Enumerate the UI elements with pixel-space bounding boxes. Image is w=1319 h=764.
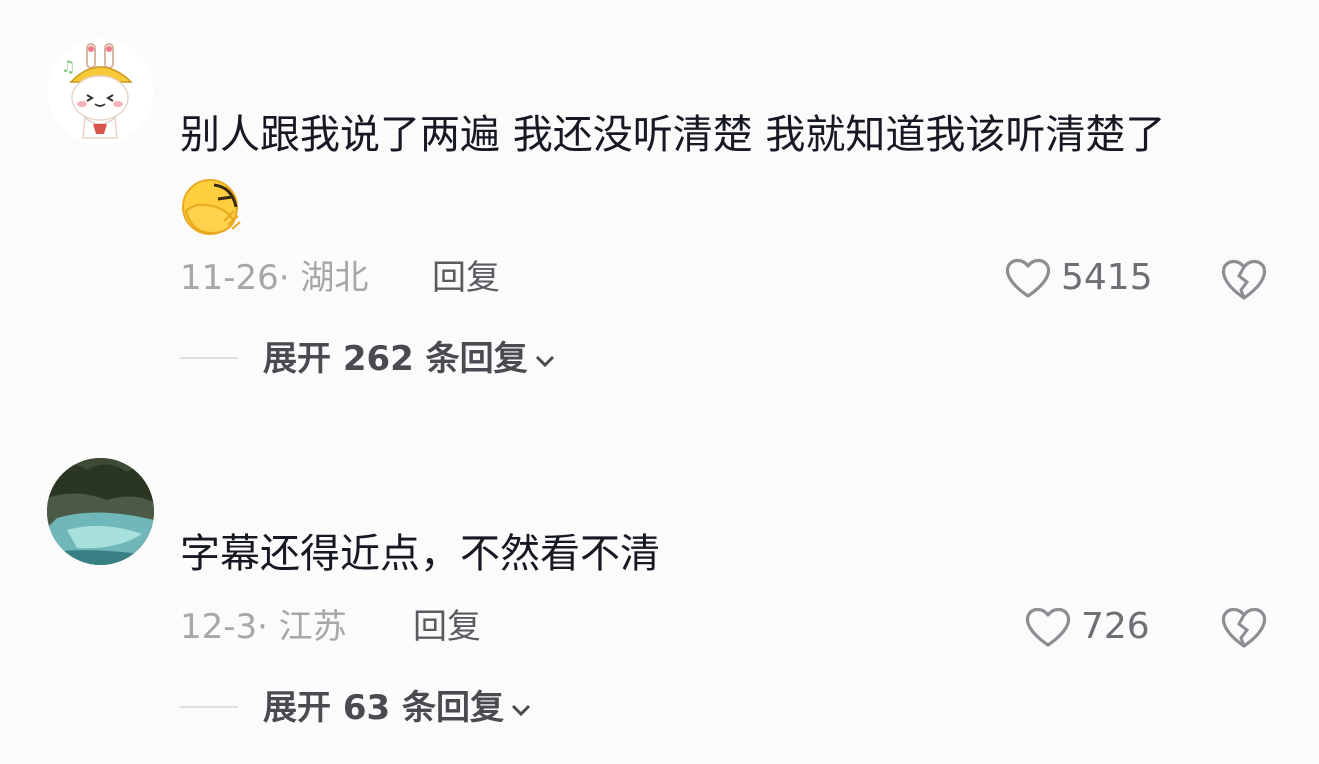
chevron-down-icon [511, 704, 531, 716]
chevron-down-icon [535, 355, 554, 367]
heart-outline-icon[interactable] [1003, 256, 1053, 300]
avatar[interactable] [47, 458, 154, 565]
facepalm-emoji-icon [180, 177, 244, 237]
expand-replies-button[interactable]: 展开 63 条回复 [263, 688, 532, 728]
waterfall-photo-icon [47, 458, 154, 565]
comment-meta: 11-26· 湖北 [180, 258, 368, 298]
like-count: 726 [1081, 606, 1150, 647]
expand-replies-label: 展开 262 条回复 [263, 339, 528, 379]
divider [180, 706, 238, 708]
avatar[interactable]: ♫ [47, 38, 154, 145]
broken-heart-icon[interactable] [1219, 256, 1269, 302]
comment-meta: 12-3· 江苏 [180, 607, 347, 647]
reply-button[interactable]: 回复 [413, 607, 481, 647]
comment-list: ♫ 别人跟我说了两遍 我还没听清楚 我就知道我该听清楚了 11-26· 湖北 回… [0, 0, 1319, 764]
comment-date: 11-26· [180, 258, 290, 298]
cartoon-bunny-icon: ♫ [47, 38, 154, 145]
expand-replies-button[interactable]: 展开 262 条回复 [263, 339, 556, 379]
heart-outline-icon[interactable] [1023, 605, 1073, 649]
reply-button[interactable]: 回复 [432, 258, 500, 298]
svg-text:♫: ♫ [61, 57, 75, 76]
comment-location: 湖北 [300, 258, 369, 298]
comment-text: 别人跟我说了两遍 我还没听清楚 我就知道我该听清楚了 [180, 112, 1166, 158]
comment-date: 12-3· [180, 607, 268, 647]
like-count: 5415 [1061, 257, 1153, 298]
comment-location: 江苏 [278, 607, 347, 647]
divider [180, 357, 238, 359]
broken-heart-icon[interactable] [1219, 604, 1269, 650]
expand-replies-label: 展开 63 条回复 [263, 688, 504, 728]
comment-text: 字幕还得近点，不然看不清 [180, 531, 660, 577]
